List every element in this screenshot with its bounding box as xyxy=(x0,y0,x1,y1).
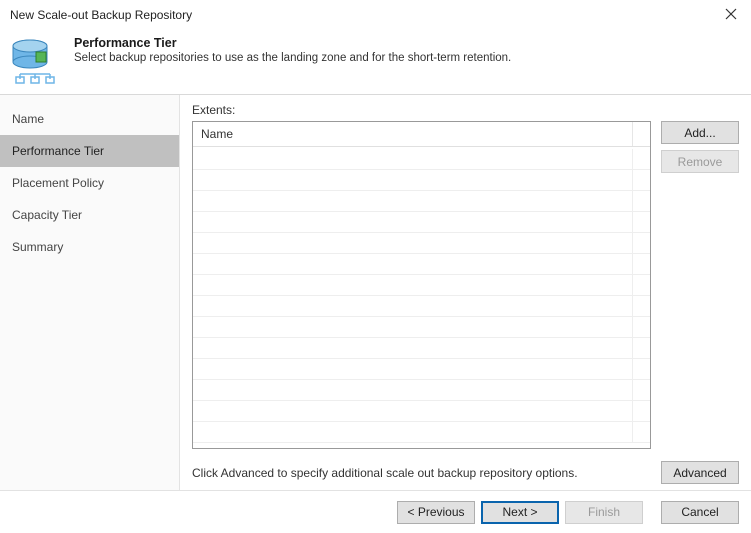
repository-icon xyxy=(10,34,60,84)
table-row xyxy=(193,296,650,317)
titlebar: New Scale-out Backup Repository xyxy=(0,0,751,28)
advanced-hint: Click Advanced to specify additional sca… xyxy=(192,466,578,480)
remove-button[interactable]: Remove xyxy=(661,150,739,173)
grid-body xyxy=(193,149,650,448)
table-row xyxy=(193,233,650,254)
wizard-header: Performance Tier Select backup repositor… xyxy=(0,28,751,94)
next-button[interactable]: Next > xyxy=(481,501,559,524)
table-row xyxy=(193,380,650,401)
table-row xyxy=(193,422,650,443)
sidebar-item-placement-policy[interactable]: Placement Policy xyxy=(0,167,179,199)
advanced-button[interactable]: Advanced xyxy=(661,461,739,484)
extents-grid[interactable]: Name xyxy=(192,121,651,449)
table-row xyxy=(193,359,650,380)
window-title: New Scale-out Backup Repository xyxy=(10,8,192,22)
table-row xyxy=(193,401,650,422)
table-row xyxy=(193,338,650,359)
table-row xyxy=(193,149,650,170)
content-area: Extents: Name xyxy=(180,95,751,490)
wizard-footer: < Previous Next > Finish Cancel xyxy=(0,490,751,533)
table-row xyxy=(193,275,650,296)
table-row xyxy=(193,317,650,338)
wizard-sidebar: Name Performance Tier Placement Policy C… xyxy=(0,95,180,490)
sidebar-item-name[interactable]: Name xyxy=(0,103,179,135)
table-row xyxy=(193,191,650,212)
cancel-button[interactable]: Cancel xyxy=(661,501,739,524)
finish-button[interactable]: Finish xyxy=(565,501,643,524)
previous-button[interactable]: < Previous xyxy=(397,501,475,524)
page-title: Performance Tier xyxy=(74,36,511,50)
grid-column-name[interactable]: Name xyxy=(193,122,650,147)
sidebar-item-summary[interactable]: Summary xyxy=(0,231,179,263)
add-button[interactable]: Add... xyxy=(661,121,739,144)
table-row xyxy=(193,212,650,233)
sidebar-item-capacity-tier[interactable]: Capacity Tier xyxy=(0,199,179,231)
page-description: Select backup repositories to use as the… xyxy=(74,52,511,64)
sidebar-item-performance-tier[interactable]: Performance Tier xyxy=(0,135,179,167)
close-icon[interactable] xyxy=(721,7,741,23)
table-row xyxy=(193,170,650,191)
table-row xyxy=(193,254,650,275)
extents-label: Extents: xyxy=(192,103,739,117)
